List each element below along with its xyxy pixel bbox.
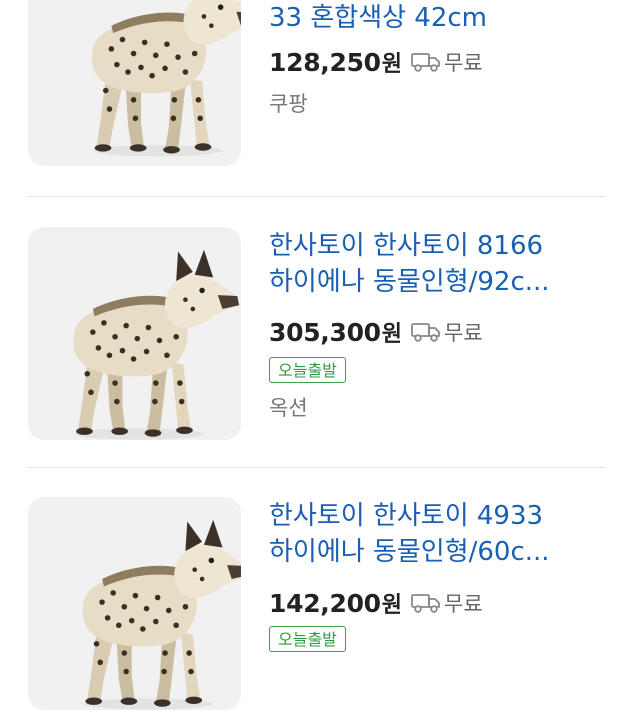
product-price: 305,300 (269, 317, 381, 347)
currency-unit: 원 (381, 52, 403, 77)
price-row: 305,300 원 무료 (269, 315, 483, 349)
shipping-label: 무료 (444, 592, 483, 616)
price-row: 142,200 원 무료 (269, 586, 483, 620)
product-title[interactable]: 33 혼합색상 42cm (269, 0, 609, 36)
seller-name: 옥션 (269, 396, 308, 420)
delivery-truck-icon (411, 323, 440, 342)
seller-name: 쿠팡 (269, 92, 308, 116)
divider (28, 467, 606, 468)
currency-unit: 원 (381, 322, 403, 347)
today-dispatch-badge: 오늘출발 (269, 626, 346, 652)
today-dispatch-badge: 오늘출발 (269, 357, 346, 383)
product-image[interactable] (28, 497, 241, 710)
product-title-line[interactable]: 33 혼합색상 42cm (269, 0, 609, 36)
delivery-truck-icon (411, 594, 440, 613)
product-title[interactable]: 한사토이 한사토이 8166 하이에나 동물인형/92c... (269, 228, 609, 300)
product-title-line[interactable]: 한사토이 한사토이 8166 (269, 228, 609, 264)
hyena-plush-image (91, 0, 241, 157)
divider (28, 196, 606, 197)
delivery-truck-icon (411, 53, 440, 72)
hyena-plush-image (82, 519, 241, 710)
price-row: 128,250 원 무료 (269, 45, 483, 79)
product-title-line[interactable]: 하이에나 동물인형/92c... (269, 264, 609, 300)
product-title-line[interactable]: 하이에나 동물인형/60c... (269, 534, 609, 570)
product-image[interactable] (28, 0, 241, 166)
product-title[interactable]: 한사토이 한사토이 4933 하이에나 동물인형/60c... (269, 498, 609, 570)
product-title-line[interactable]: 한사토이 한사토이 4933 (269, 498, 609, 534)
currency-unit: 원 (381, 593, 403, 618)
shipping-label: 무료 (444, 51, 483, 75)
product-image[interactable] (28, 227, 241, 440)
shipping-label: 무료 (444, 321, 483, 345)
hyena-plush-image (73, 249, 240, 440)
product-price: 142,200 (269, 588, 381, 618)
product-price: 128,250 (269, 47, 381, 77)
